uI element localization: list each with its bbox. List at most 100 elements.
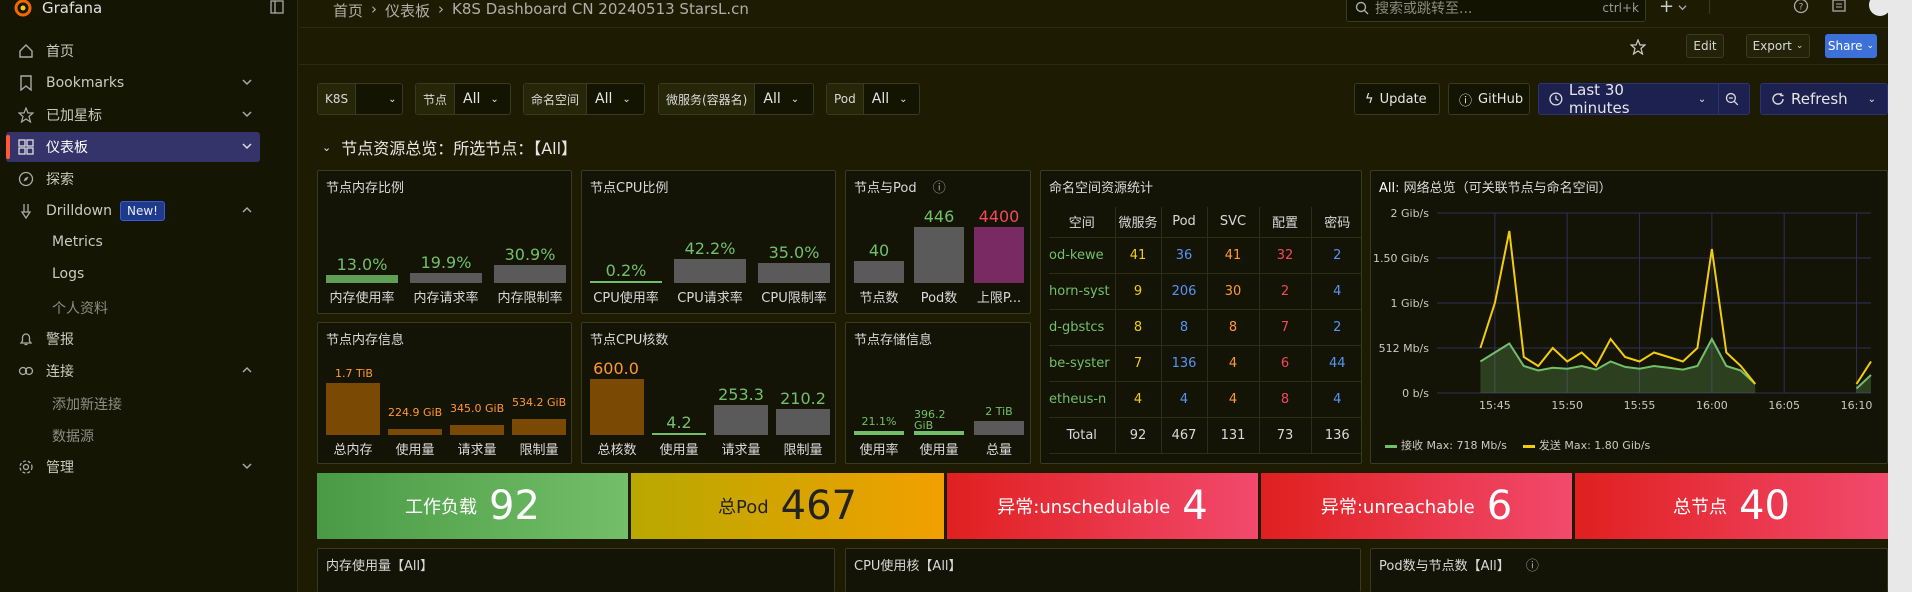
table-cell: 2 xyxy=(1258,273,1311,310)
gear-icon xyxy=(6,459,46,475)
sidebar-item-home[interactable]: 首页 xyxy=(6,36,260,66)
table-cell: etheus-n xyxy=(1049,381,1115,418)
zoom-out-icon[interactable] xyxy=(1725,92,1739,106)
update-button[interactable]: ϟ Update xyxy=(1354,83,1440,115)
star-icon xyxy=(6,107,46,123)
chevron-down-icon: ⌄ xyxy=(490,93,499,105)
table-header[interactable]: SVC xyxy=(1206,207,1259,238)
sidebar-subitem-profiles[interactable]: 个人资料 xyxy=(52,298,108,318)
breadcrumb-home[interactable]: 首页 xyxy=(333,0,363,21)
sidebar-subitem-add-connection[interactable]: 添加新连接 xyxy=(52,394,122,414)
table-header[interactable]: Pod xyxy=(1160,207,1207,238)
chevron-up-icon[interactable] xyxy=(242,205,252,215)
sidebar-item-connections[interactable]: 连接 xyxy=(6,356,260,386)
table-cell: d-gbstcs xyxy=(1049,309,1115,346)
bar-fill xyxy=(854,431,904,435)
brand[interactable]: Grafana xyxy=(14,0,102,17)
stat-workloads[interactable]: 工作负载 92 xyxy=(317,473,628,539)
search-input[interactable]: 搜索或跳转至... ctrl+k xyxy=(1346,0,1646,22)
sidebar-item-label: 警报 xyxy=(46,332,74,348)
chevron-up-icon[interactable] xyxy=(242,365,252,375)
home-icon xyxy=(6,43,46,59)
bookmark-icon xyxy=(6,75,46,91)
panel-title: 节点内存信息 xyxy=(326,333,405,348)
variable-node[interactable]: 节点 All ⌄ xyxy=(415,83,511,115)
table-cell: 7 xyxy=(1258,309,1311,346)
export-button[interactable]: Export ⌄ xyxy=(1746,34,1810,58)
table-cell: 8 xyxy=(1160,309,1207,346)
stat-label: 工作负载 xyxy=(405,497,478,518)
bar-label: 节点数 xyxy=(859,291,899,306)
table-row: be-syster 7 136 4 6 44 xyxy=(1049,345,1361,382)
stat-value: 92 xyxy=(489,483,540,529)
bar-label: Pod数 xyxy=(920,291,958,306)
chevron-down-icon[interactable] xyxy=(242,77,252,87)
table-cell: 8 xyxy=(1206,309,1259,346)
sidebar-item-explore[interactable]: 探索 xyxy=(6,164,260,194)
sidebar-item-label: Bookmarks xyxy=(46,75,125,91)
bar-label: 内存限制率 xyxy=(497,291,563,306)
network-chart[interactable]: 0 b/s 512 Mb/s 1 Gib/s 1.50 Gib/s 2 Gib/s 15:… xyxy=(1371,201,1889,457)
variable-namespace[interactable]: 命名空间 All ⌄ xyxy=(523,83,645,115)
sidebar-item-administration[interactable]: 管理 xyxy=(6,452,260,482)
table-header[interactable]: 空间 xyxy=(1049,207,1115,238)
bar-fill xyxy=(758,263,830,283)
table-header[interactable]: 配置 xyxy=(1258,207,1311,238)
sidebar-subitem-logs[interactable]: Logs xyxy=(52,266,84,282)
variable-value: ⌄ xyxy=(356,94,404,105)
stat-total-pods[interactable]: 总Pod 467 xyxy=(631,473,944,539)
bar-fill xyxy=(714,405,768,435)
sidebar-subitem-metrics[interactable]: Metrics xyxy=(52,234,103,250)
info-icon: ⓘ xyxy=(1459,93,1473,109)
legend-item[interactable]: 发送 Max: 1.80 Gib/s xyxy=(1522,437,1650,453)
variable-microservice[interactable]: 微服务(容器名) All ⌄ xyxy=(658,83,814,115)
sidebar-item-drilldown[interactable]: Drilldown New! xyxy=(6,196,260,226)
breadcrumb-current: K8S Dashboard CN 20240513 StarsL.cn xyxy=(452,0,749,18)
sidebar-subitem-datasources[interactable]: 数据源 xyxy=(52,426,94,446)
chevron-down-icon[interactable] xyxy=(242,141,252,151)
y-tick-label: 1 Gib/s xyxy=(1391,297,1430,310)
row-header[interactable]: ⌄ 节点资源总览：所选节点：【All】 xyxy=(322,135,577,159)
scrollbar[interactable] xyxy=(1888,0,1912,592)
news-icon[interactable] xyxy=(1831,0,1847,14)
share-button[interactable]: Share ⌄ xyxy=(1825,34,1877,58)
table-header[interactable]: 微服务 xyxy=(1114,207,1161,238)
update-label: Update xyxy=(1379,91,1427,107)
row-title: 节点资源总览：所选节点：【All】 xyxy=(341,139,578,158)
table-row: d-gbstcs 8 8 8 7 2 xyxy=(1049,309,1361,346)
chart-legend: 接收 Max: 718 Mb/s 发送 Max: 1.80 Gib/s xyxy=(1385,437,1650,453)
edit-button[interactable]: Edit xyxy=(1686,34,1724,58)
y-tick-label: 1.50 Gib/s xyxy=(1373,252,1429,265)
time-range-picker[interactable]: Last 30 minutes ⌄ xyxy=(1538,81,1750,117)
panel-node-pod: 节点与Pod ⓘ 40 节点数 446 Pod数 4400 上限P... xyxy=(845,170,1031,314)
breadcrumb-separator: › xyxy=(438,0,445,18)
bar-label: 内存请求率 xyxy=(413,291,479,306)
export-label: Export xyxy=(1752,39,1792,53)
chevron-down-icon[interactable] xyxy=(242,461,252,471)
sidebar-item-alerting[interactable]: 警报 xyxy=(6,324,260,354)
sidebar-item-bookmarks[interactable]: Bookmarks xyxy=(6,68,260,98)
variable-pod[interactable]: Pod All ⌄ xyxy=(826,83,920,115)
dock-menu-icon[interactable] xyxy=(270,0,284,14)
stat-total-nodes[interactable]: 总节点 40 xyxy=(1575,473,1888,539)
table-cell: 32 xyxy=(1258,237,1311,274)
refresh-button[interactable]: Refresh ⌄ xyxy=(1760,83,1888,115)
bar-label: 请求量 xyxy=(721,443,761,458)
panel-title: 节点与Pod ⓘ xyxy=(854,181,946,196)
help-icon[interactable]: ? xyxy=(1793,0,1809,14)
stat-unreachable[interactable]: 异常:unreachable 6 xyxy=(1261,473,1572,539)
stat-value: 6 xyxy=(1486,483,1513,529)
table-header[interactable]: 密码 xyxy=(1310,207,1361,238)
sidebar-item-dashboards[interactable]: 仪表板 xyxy=(6,132,260,162)
new-button[interactable]: + xyxy=(1659,0,1687,16)
legend-item[interactable]: 接收 Max: 718 Mb/s xyxy=(1385,437,1507,453)
star-dashboard-icon[interactable] xyxy=(1630,39,1646,55)
variable-k8s[interactable]: K8S ⌄ xyxy=(317,83,403,115)
breadcrumb-dashboards[interactable]: 仪表板 xyxy=(385,0,430,21)
panel-title: 内存使用量【All】 xyxy=(326,559,434,574)
stat-unschedulable[interactable]: 异常:unschedulable 4 xyxy=(947,473,1258,539)
sidebar-item-starred[interactable]: 已加星标 xyxy=(6,100,260,130)
chevron-down-icon[interactable] xyxy=(242,109,252,119)
bar-fill xyxy=(512,419,566,435)
github-button[interactable]: ⓘ GitHub xyxy=(1448,83,1530,115)
